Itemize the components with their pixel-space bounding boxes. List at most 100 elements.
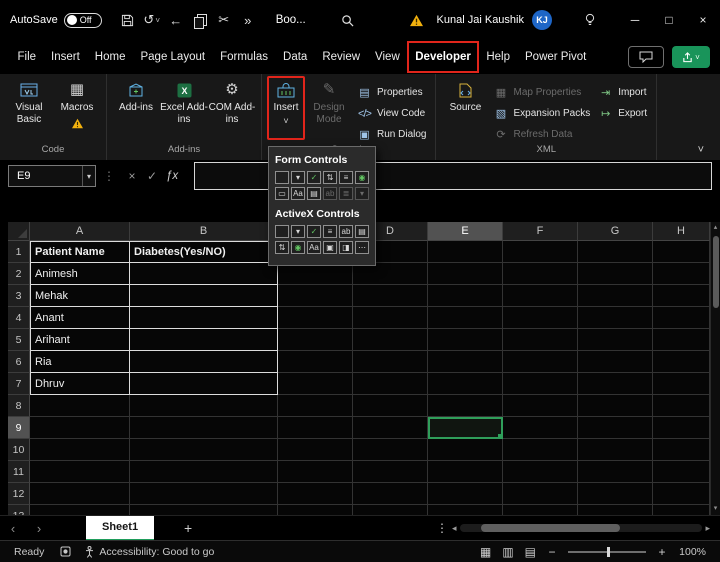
name-box[interactable]: E9 ▾ — [8, 165, 96, 187]
scroll-right-arrow[interactable]: ▸ — [705, 523, 710, 534]
properties-button[interactable]: ▤ Properties — [353, 82, 430, 103]
row-header-5[interactable]: 5 — [8, 329, 30, 351]
cell-D9[interactable] — [353, 417, 428, 439]
cell-D2[interactable] — [353, 263, 428, 285]
row-header-3[interactable]: 3 — [8, 285, 30, 307]
cell-H8[interactable] — [653, 395, 710, 417]
horizontal-scrollbar[interactable]: ◂ ▸ — [452, 523, 710, 534]
row-header-10[interactable]: 10 — [8, 439, 30, 461]
new-sheet-button[interactable]: + — [174, 520, 202, 536]
cell-G8[interactable] — [578, 395, 653, 417]
more-commands-button[interactable]: » — [236, 8, 260, 32]
cell-C4[interactable] — [278, 307, 353, 329]
cell-G5[interactable] — [578, 329, 653, 351]
horizontal-scroll-track[interactable] — [460, 524, 703, 532]
cell-A4[interactable]: Anant — [30, 307, 130, 329]
cell-D10[interactable] — [353, 439, 428, 461]
select-all-corner[interactable] — [8, 222, 30, 241]
zoom-out-button[interactable]: − — [547, 545, 557, 559]
row-header-8[interactable]: 8 — [8, 395, 30, 417]
cell-D11[interactable] — [353, 461, 428, 483]
option-button-icon[interactable]: ◉ — [355, 171, 369, 184]
cell-B8[interactable] — [130, 395, 278, 417]
cell-A3[interactable]: Mehak — [30, 285, 130, 307]
command-button-icon[interactable] — [275, 225, 289, 238]
tab-view[interactable]: View — [368, 40, 408, 74]
save-button[interactable] — [116, 8, 140, 32]
cell-F9[interactable] — [503, 417, 578, 439]
more-controls-icon[interactable]: ⋯ — [355, 241, 369, 254]
comments-button[interactable] — [628, 46, 664, 68]
cell-F13[interactable] — [503, 505, 578, 515]
row-header-1[interactable]: 1 — [8, 241, 30, 263]
cell-C2[interactable] — [278, 263, 353, 285]
tab-help[interactable]: Help — [479, 40, 518, 74]
cell-F12[interactable] — [503, 483, 578, 505]
cell-A11[interactable] — [30, 461, 130, 483]
cell-F8[interactable] — [503, 395, 578, 417]
cell-B9[interactable] — [130, 417, 278, 439]
cell-H2[interactable] — [653, 263, 710, 285]
cell-A8[interactable] — [30, 395, 130, 417]
check-box-icon[interactable]: ✓ — [307, 225, 321, 238]
maximize-button[interactable]: □ — [652, 0, 686, 40]
excel-add-ins-button[interactable]: X Excel Add-ins — [160, 76, 208, 140]
cell-D4[interactable] — [353, 307, 428, 329]
cut-button[interactable]: ✂ — [212, 8, 236, 32]
autosave-toggle[interactable]: Off — [64, 13, 102, 28]
cell-B11[interactable] — [130, 461, 278, 483]
cell-F5[interactable] — [503, 329, 578, 351]
macros-button[interactable]: ▦ Macros — [53, 76, 101, 140]
row-header-2[interactable]: 2 — [8, 263, 30, 285]
column-header-H[interactable]: H — [653, 222, 710, 241]
cell-H9[interactable] — [653, 417, 710, 439]
view-code-button[interactable]: </> View Code — [353, 103, 430, 124]
cell-G1[interactable] — [578, 241, 653, 263]
cancel-entry-button[interactable]: × — [122, 169, 142, 183]
cell-C7[interactable] — [278, 373, 353, 395]
scroll-bar-icon[interactable]: ▤ — [307, 187, 321, 200]
undo-button[interactable]: ↺˅ — [140, 8, 164, 32]
cell-B1[interactable]: Diabetes(Yes/NO) — [130, 241, 278, 263]
cell-D3[interactable] — [353, 285, 428, 307]
enter-entry-button[interactable]: ✓ — [142, 169, 162, 183]
row-header-4[interactable]: 4 — [8, 307, 30, 329]
search-button[interactable] — [336, 8, 360, 32]
cell-A9[interactable] — [30, 417, 130, 439]
accessibility-status[interactable]: Accessibility: Good to go — [85, 546, 214, 558]
cell-C6[interactable] — [278, 351, 353, 373]
scroll-left-arrow[interactable]: ◂ — [452, 523, 457, 534]
cell-G11[interactable] — [578, 461, 653, 483]
zoom-level[interactable]: 100% — [678, 546, 706, 558]
cell-H11[interactable] — [653, 461, 710, 483]
cell-F6[interactable] — [503, 351, 578, 373]
tab-home[interactable]: Home — [87, 40, 133, 74]
cell-G12[interactable] — [578, 483, 653, 505]
user-name[interactable]: Kunal Jai Kaushik — [437, 14, 524, 26]
vertical-scroll-thumb[interactable] — [713, 236, 719, 308]
cell-E3[interactable] — [428, 285, 503, 307]
add-ins-button[interactable]: Add-ins — [112, 76, 160, 140]
cell-C5[interactable] — [278, 329, 353, 351]
row-header-9[interactable]: 9 — [8, 417, 30, 439]
sheet-nav-right-arrow[interactable]: › — [26, 521, 52, 536]
cell-A2[interactable]: Animesh — [30, 263, 130, 285]
sheet-nav-left-arrow[interactable]: ‹ — [0, 521, 26, 536]
cell-B13[interactable] — [130, 505, 278, 515]
tab-formulas[interactable]: Formulas — [213, 40, 276, 74]
cell-F10[interactable] — [503, 439, 578, 461]
cell-E13[interactable] — [428, 505, 503, 515]
cell-C8[interactable] — [278, 395, 353, 417]
cell-D13[interactable] — [353, 505, 428, 515]
row-header-12[interactable]: 12 — [8, 483, 30, 505]
cell-F2[interactable] — [503, 263, 578, 285]
cell-D7[interactable] — [353, 373, 428, 395]
cell-C13[interactable] — [278, 505, 353, 515]
cell-A13[interactable] — [30, 505, 130, 515]
cell-G10[interactable] — [578, 439, 653, 461]
list-box-icon[interactable]: ≡ — [323, 225, 337, 238]
row-header-13[interactable]: 13 — [8, 505, 30, 515]
button-icon[interactable] — [275, 171, 289, 184]
spin-button-icon[interactable]: ⇅ — [323, 171, 337, 184]
cell-C12[interactable] — [278, 483, 353, 505]
